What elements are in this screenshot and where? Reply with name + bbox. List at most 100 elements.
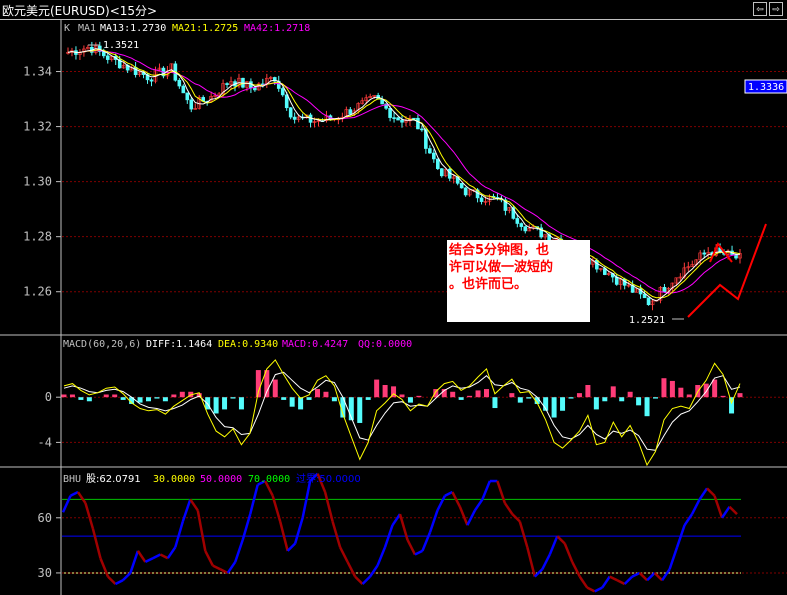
price-tick-label: 1.28 [23, 230, 52, 244]
bhu-segment [421, 532, 432, 552]
bhu-segment [159, 553, 169, 560]
bhu-segment [466, 509, 477, 526]
bhu-segment [91, 528, 102, 559]
bhu-segment [638, 572, 649, 582]
candle-body [432, 152, 436, 160]
bhu-segment [616, 579, 626, 586]
bhu-segment [354, 575, 364, 585]
current-price-label: 1.3336 [748, 82, 784, 93]
candle-body [439, 168, 444, 177]
candle-body [702, 252, 707, 255]
bhu-segment [683, 513, 694, 526]
bhu-segment [444, 490, 453, 497]
candle-body [416, 117, 420, 130]
macd-axis-ticks: 0 -4 [38, 390, 61, 449]
bhu-segment [609, 575, 618, 582]
bhu-segment [212, 564, 221, 571]
macd-histogram [61, 370, 743, 423]
back-arrow-button[interactable]: ⇦ [753, 2, 767, 16]
bhu-segment [69, 490, 79, 497]
bhu-segment [414, 549, 424, 556]
bhu-segment [144, 557, 154, 564]
candle-body [595, 259, 599, 270]
bhu-segment [331, 521, 342, 548]
bhu-segment [369, 564, 379, 578]
candle-body [388, 108, 392, 118]
forward-arrow-button[interactable]: ⇨ [769, 2, 783, 16]
price-tick-label: 1.30 [23, 175, 52, 189]
bhu-segment [586, 586, 596, 593]
bhu-segment [578, 575, 589, 589]
drawn-trend-hint [709, 242, 733, 263]
bhu-segment [376, 546, 387, 567]
bhu-segment [541, 553, 551, 570]
bhu-segment [76, 491, 87, 504]
chart-canvas: 1.34 1.32 1.30 1.28 1.26 K MA1 MA13:1.2730 M… [0, 20, 787, 595]
bhu-tick-label: 30 [38, 566, 52, 580]
bhu-segment [129, 550, 140, 574]
bhu-segment [122, 572, 132, 582]
bhu-axis-ticks: 60 30 [38, 511, 61, 580]
diff-line [63, 359, 741, 467]
macd-tick-label: -4 [38, 435, 52, 449]
candle-body [288, 107, 293, 118]
candle-body [284, 94, 289, 109]
bhu-segment [503, 502, 514, 515]
macd-tick-label: 0 [45, 390, 52, 404]
ma21-legend: MA21:1.2725 [172, 23, 238, 34]
candle-body [392, 117, 396, 119]
bhu-segment [219, 568, 229, 575]
bhu-segment [346, 561, 357, 578]
bhu-segment [234, 539, 244, 563]
bhu-segment [623, 575, 634, 585]
candle-body [420, 128, 424, 131]
candle-body [459, 183, 464, 189]
candle-body [515, 218, 520, 224]
note-line-1: 结合5分钟图，也 [449, 242, 549, 258]
note-line-3: 。也许而已。 [449, 276, 527, 292]
bhu-segment [323, 491, 334, 522]
bhu-segment [563, 543, 574, 563]
bhu-segment [136, 550, 147, 563]
candle-body [662, 287, 667, 293]
candle-body [646, 297, 651, 306]
bhu-segment [646, 572, 656, 582]
diff-legend: DIFF:1.1464 [146, 339, 212, 350]
candle-body [105, 55, 110, 60]
ma42-legend: MA42:1.2718 [244, 23, 310, 34]
macd-legend: MACD:0.4247 [282, 339, 348, 350]
price-grid [62, 71, 787, 293]
bhu-segment [84, 502, 95, 530]
high-label: 1.3521 [103, 40, 139, 51]
bhu-segment [361, 575, 371, 585]
price-tick-label: 1.32 [23, 120, 52, 134]
bhu-segment [338, 546, 349, 563]
bhu-extra: 过界:50.0000 [296, 472, 361, 485]
bhu-segment [653, 572, 663, 582]
price-tick-label: 1.34 [23, 65, 52, 79]
bhu-segment [481, 480, 492, 500]
dea-line [63, 371, 741, 451]
drawn-trend-arrow [687, 223, 767, 318]
bhu-segment [196, 510, 207, 552]
candle-body [292, 116, 297, 120]
bhu-line [61, 472, 738, 593]
ma-label: MA1 [78, 23, 96, 34]
bhu-segment [661, 568, 671, 581]
candle-body [181, 85, 186, 94]
bhu-l70: 70.0000 [248, 474, 290, 485]
candle-body [435, 158, 440, 169]
bhu-l30: 30.0000 [153, 474, 195, 485]
candle-body [149, 79, 154, 82]
candle-body [412, 117, 416, 120]
bhu-segment [436, 495, 447, 512]
bhu-value: 股:62.0791 [86, 473, 141, 485]
bhu-segment [631, 571, 641, 578]
bhu-l50: 50.0000 [200, 474, 242, 485]
bhu-segment [107, 575, 117, 585]
qq-legend: QQ:0.0000 [358, 339, 412, 350]
ma13-legend: MA13:1.2730 [100, 23, 166, 34]
bhu-segment [728, 505, 738, 516]
candle-body [479, 197, 484, 202]
bhu-tick-label: 60 [38, 511, 52, 525]
